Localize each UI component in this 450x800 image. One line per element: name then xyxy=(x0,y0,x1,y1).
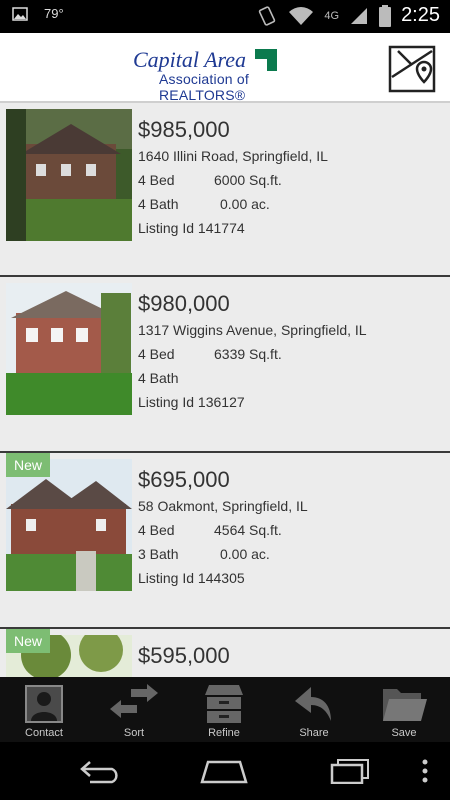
listing-price: $985,000 xyxy=(138,117,230,142)
beds-sqft-row: 4 Bed 6000 Sq.ft. xyxy=(138,172,282,188)
temperature: 79° xyxy=(44,6,64,21)
battery-icon xyxy=(379,4,392,27)
logo-mark-icon xyxy=(255,49,277,71)
back-icon[interactable] xyxy=(78,758,122,784)
folder-icon xyxy=(383,689,427,721)
network-type: 4G xyxy=(324,9,340,22)
contact-icon xyxy=(25,685,63,723)
listing-baths: 4 Bath xyxy=(138,370,179,386)
share-button[interactable]: Share xyxy=(278,683,350,739)
listing-baths: 3 Bath xyxy=(138,546,179,562)
sort-icon xyxy=(110,684,158,718)
listing-price: $695,000 xyxy=(138,467,230,492)
listing-card[interactable]: $980,000 1317 Wiggins Avenue, Springfiel… xyxy=(0,277,450,453)
refine-label: Refine xyxy=(208,727,240,739)
signal-icon xyxy=(351,7,368,24)
listing-id: Listing Id 141774 xyxy=(138,220,245,236)
listing-sqft: 6000 Sq.ft. xyxy=(214,172,282,188)
logo-line1: Capital Area xyxy=(133,47,247,72)
listing-id: Listing Id 144305 xyxy=(138,570,245,586)
status-right: 4G 2:25 xyxy=(256,4,440,27)
wifi-icon xyxy=(289,6,314,25)
home-icon[interactable] xyxy=(200,758,248,784)
baths-acres-row: 4 Bath xyxy=(138,370,220,386)
save-button[interactable]: Save xyxy=(368,683,440,739)
listing-address: 1640 Illini Road, Springfield, IL xyxy=(138,148,328,164)
gallery-notification-icon xyxy=(12,6,28,21)
listing-photo[interactable] xyxy=(6,459,132,591)
listing-beds: 4 Bed xyxy=(138,172,175,188)
listing-card[interactable]: $985,000 1640 Illini Road, Springfield, … xyxy=(0,103,450,277)
rotation-icon xyxy=(259,5,276,26)
new-badge: New xyxy=(6,453,51,477)
listing-card[interactable]: New $695,000 58 Oakmont, Springfield, IL… xyxy=(0,453,450,629)
map-view-button[interactable] xyxy=(388,45,436,93)
listing-address: 58 Oakmont, Springfield, IL xyxy=(138,498,308,514)
overflow-menu-icon[interactable] xyxy=(420,758,430,784)
beds-sqft-row: 4 Bed 4564 Sq.ft. xyxy=(138,522,282,538)
listing-price: $980,000 xyxy=(138,291,230,316)
listing-address: 1317 Wiggins Avenue, Springfield, IL xyxy=(138,322,367,338)
listing-beds: 4 Bed xyxy=(138,522,175,538)
sort-label: Sort xyxy=(123,727,145,739)
listing-sqft: 6339 Sq.ft. xyxy=(214,346,282,362)
car-logo: Capital Area Association of REALTORS® xyxy=(133,47,323,103)
listing-photo[interactable] xyxy=(6,283,132,415)
listing-baths: 4 Bath xyxy=(138,196,179,212)
baths-acres-row: 4 Bath 0.00 ac. xyxy=(138,196,270,212)
listing-beds: 4 Bed xyxy=(138,346,175,362)
recent-apps-icon[interactable] xyxy=(330,758,372,784)
listing-photo[interactable] xyxy=(6,109,132,241)
listing-acres: 0.00 ac. xyxy=(220,546,270,562)
contact-label: Contact xyxy=(25,727,63,739)
refine-button[interactable]: Refine xyxy=(188,683,260,739)
system-nav-bar xyxy=(0,742,450,800)
share-label: Share xyxy=(299,727,329,739)
save-label: Save xyxy=(391,727,417,739)
listing-id: Listing Id 136127 xyxy=(138,394,245,410)
status-bar: 79° 4G 2:25 xyxy=(0,0,450,33)
share-icon xyxy=(295,687,331,721)
app-header: Capital Area Association of REALTORS® xyxy=(0,33,450,103)
listing-sqft: 4564 Sq.ft. xyxy=(214,522,282,538)
listing-list[interactable]: $985,000 1640 Illini Road, Springfield, … xyxy=(0,103,450,677)
listing-card[interactable]: New $595,000 xyxy=(0,629,450,677)
contact-button[interactable]: Contact xyxy=(8,683,80,739)
status-left: 79° xyxy=(12,6,64,21)
beds-sqft-row: 4 Bed 6339 Sq.ft. xyxy=(138,346,282,362)
refine-icon xyxy=(205,685,243,723)
sort-button[interactable]: Sort xyxy=(98,683,170,739)
bottom-toolbar: Contact Sort Refine Share Save xyxy=(0,677,450,742)
logo-line2: Association of REALTORS® xyxy=(159,71,249,103)
clock: 2:25 xyxy=(401,4,440,26)
new-badge: New xyxy=(6,629,51,653)
baths-acres-row: 3 Bath 0.00 ac. xyxy=(138,546,270,562)
listing-price: $595,000 xyxy=(138,643,230,668)
listing-acres: 0.00 ac. xyxy=(220,196,270,212)
